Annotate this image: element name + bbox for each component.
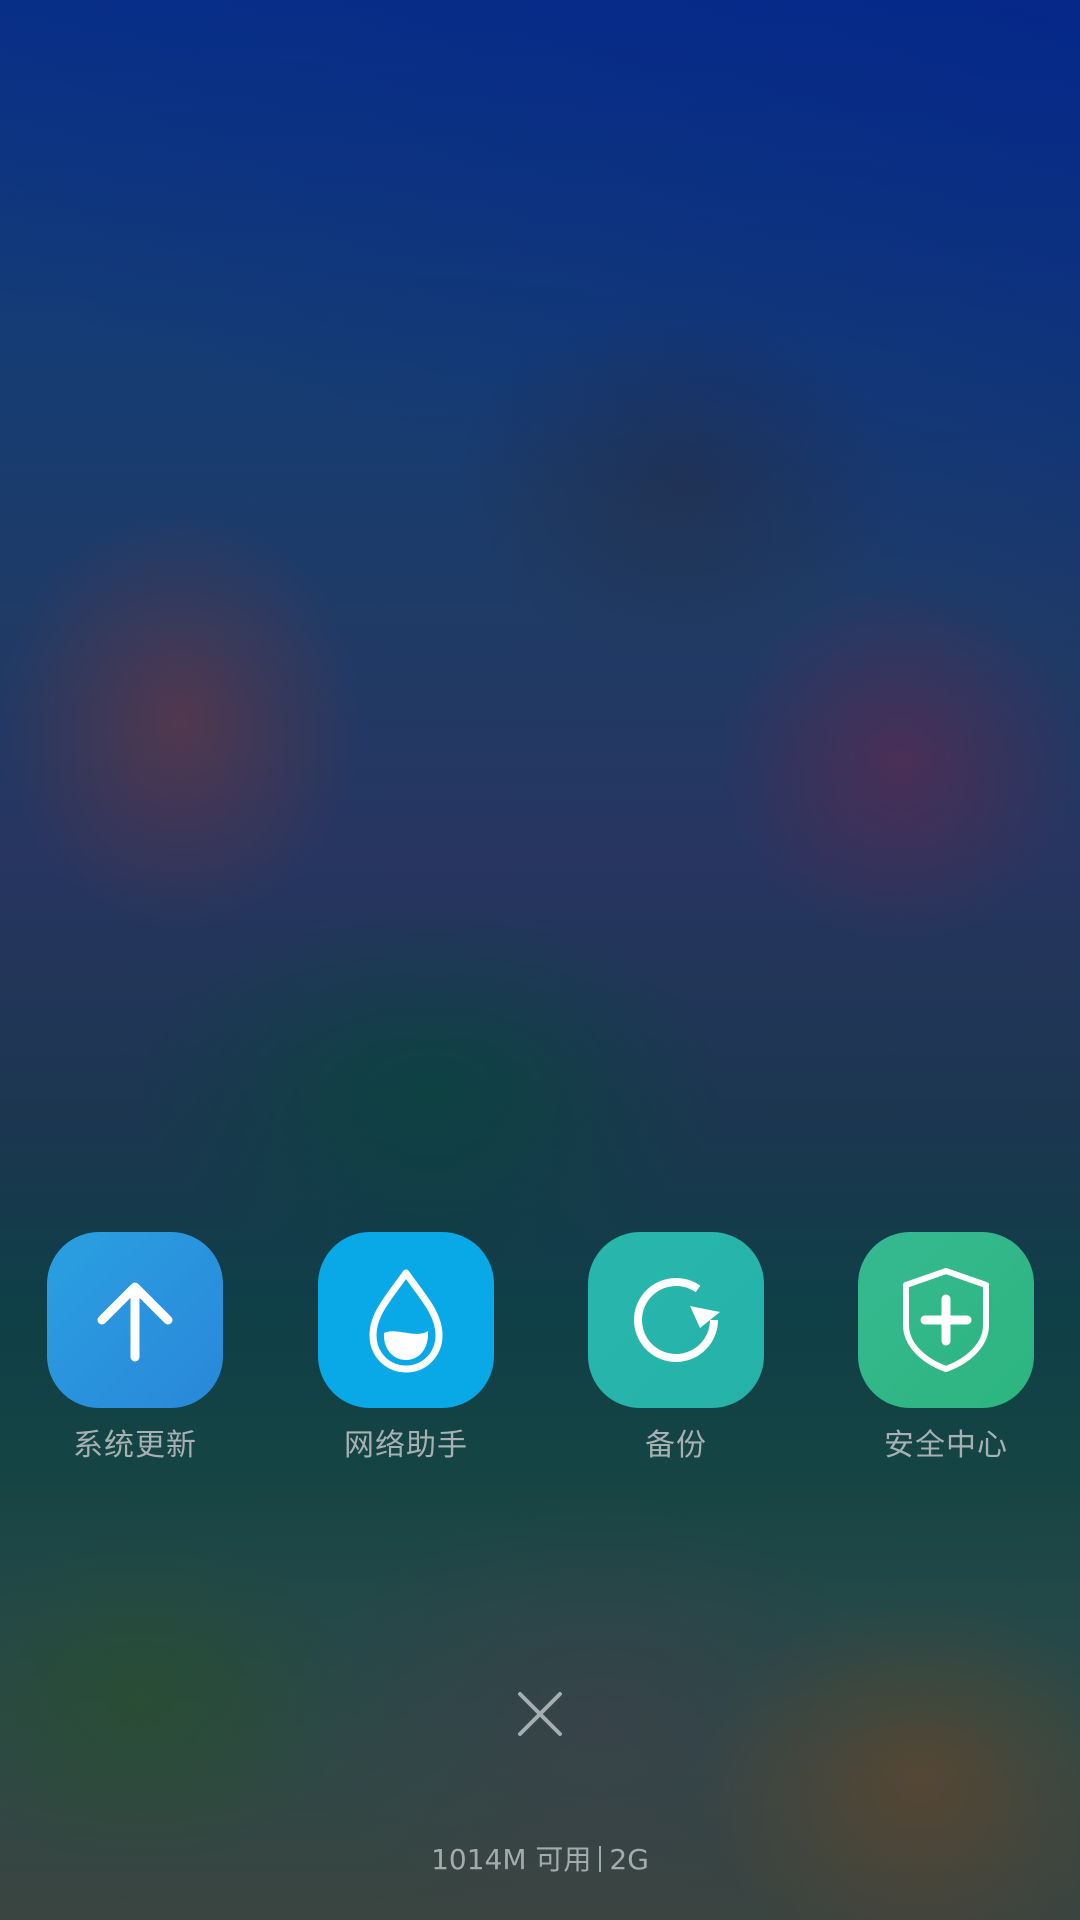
close-icon <box>518 1692 562 1736</box>
backup-shortcut[interactable]: 备份 <box>588 1232 764 1466</box>
network-assistant-shortcut[interactable]: 网络助手 <box>318 1232 494 1466</box>
memory-available: 1014M 可用 <box>431 1843 592 1876</box>
memory-divider <box>599 1846 602 1872</box>
memory-status: 1014M 可用 2G <box>0 1840 1080 1880</box>
water-drop-icon <box>369 1269 443 1373</box>
quick-shortcuts: 系统更新 网络助手 备份 安全中心 <box>0 1232 1080 1472</box>
system-update-label: 系统更新 <box>73 1428 197 1463</box>
network-assistant-tile[interactable] <box>318 1232 494 1408</box>
arrow-up-icon <box>97 1282 173 1362</box>
system-update-tile[interactable] <box>47 1232 223 1408</box>
security-center-shortcut[interactable]: 安全中心 <box>858 1232 1034 1466</box>
recents-overlay: 系统更新 网络助手 备份 安全中心 1014M 可用 2G <box>0 0 1080 1920</box>
backup-tile[interactable] <box>588 1232 764 1408</box>
memory-total: 2G <box>609 1843 649 1876</box>
shield-plus-icon <box>903 1268 989 1372</box>
backup-label: 备份 <box>645 1428 707 1463</box>
network-assistant-label: 网络助手 <box>344 1428 468 1463</box>
system-update-shortcut[interactable]: 系统更新 <box>47 1232 223 1466</box>
security-center-tile[interactable] <box>858 1232 1034 1408</box>
close-button[interactable] <box>500 1674 580 1754</box>
security-center-label: 安全中心 <box>884 1428 1008 1463</box>
refresh-circle-icon <box>634 1278 720 1362</box>
